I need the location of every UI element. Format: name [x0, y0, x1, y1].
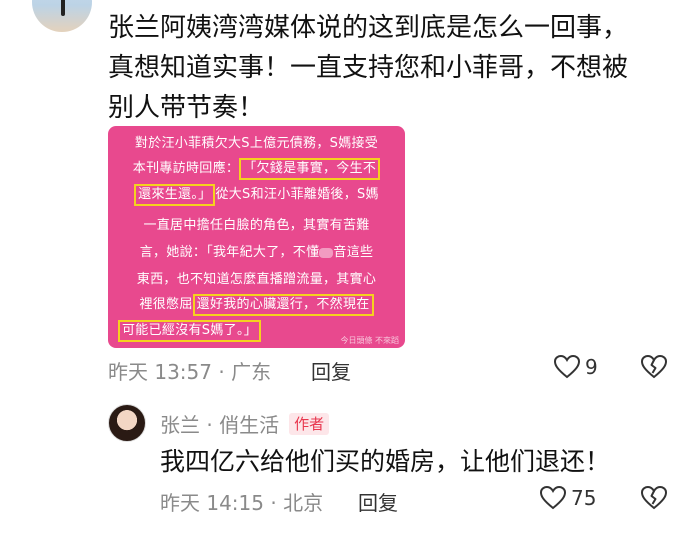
- broken-heart-icon: [640, 354, 668, 379]
- comment-line: 张兰阿姨湾湾媒体说的这到底是怎么一回事，: [108, 13, 629, 43]
- heart-outline-icon: [539, 485, 567, 510]
- news-line: 從大S和汪小菲離婚後，S媽: [215, 187, 379, 202]
- dislike-button[interactable]: [640, 354, 668, 384]
- comment-line: 真想知道实事！一直支持您和小菲哥，不想被: [108, 53, 629, 83]
- comment-timestamp: 昨天 13:57 · 广东: [108, 360, 272, 384]
- news-highlight: 「欠錢是事實，今生不: [239, 158, 381, 180]
- like-button[interactable]: 75: [539, 485, 596, 511]
- news-highlight: 還好我的心臟還行，不然現在: [192, 294, 374, 316]
- commenter-avatar[interactable]: [32, 0, 92, 32]
- reply-button[interactable]: 回复: [311, 356, 351, 385]
- news-line: 裡很憋屈: [139, 297, 193, 312]
- like-count: 9: [585, 355, 598, 379]
- reply-button[interactable]: 回复: [358, 487, 398, 516]
- author-name[interactable]: 张兰 · 俏生活: [160, 409, 279, 438]
- author-header: 张兰 · 俏生活 作者: [160, 409, 330, 438]
- broken-heart-icon: [640, 485, 668, 510]
- reply-text: 我四亿六给他们买的婚房，让他们退还！: [160, 447, 611, 476]
- comment-text: 张兰阿姨湾湾媒体说的这到底是怎么一回事， 真想知道实事！一直支持您和小菲哥，不想…: [108, 8, 668, 128]
- news-line: 音這些: [333, 245, 374, 260]
- news-screenshot-image[interactable]: 對於汪小菲積欠大S上億元債務，S媽接受 本刊專訪時回應： 「欠錢是事實，今生不 還…: [108, 126, 405, 348]
- comment-line: 别人带节奏！: [108, 93, 265, 123]
- news-highlight: 可能已經沒有S媽了。」: [118, 320, 262, 342]
- like-count: 75: [571, 486, 597, 510]
- author-badge: 作者: [289, 412, 330, 435]
- like-button[interactable]: 9: [553, 354, 598, 380]
- image-watermark: 今日頭條 不來蹈: [340, 336, 399, 345]
- news-line: 對於汪小菲積欠大S上億元債務，S媽接受: [134, 136, 379, 151]
- heart-outline-icon: [553, 354, 581, 379]
- author-avatar[interactable]: [108, 404, 146, 442]
- blurred-text: [319, 247, 334, 258]
- news-line: 本刊專訪時回應：: [132, 161, 240, 176]
- news-line: 言，她說：「我年紀大了，不懂: [139, 245, 320, 260]
- news-line: 東西，也不知道怎麼直播蹭流量，其實心: [136, 272, 377, 287]
- reply-timestamp: 昨天 14:15 · 北京: [160, 491, 324, 515]
- dislike-button[interactable]: [640, 485, 668, 515]
- news-highlight: 還來生還。」: [134, 184, 216, 206]
- news-line: 一直居中擔任白臉的角色，其實有苦難: [143, 218, 370, 233]
